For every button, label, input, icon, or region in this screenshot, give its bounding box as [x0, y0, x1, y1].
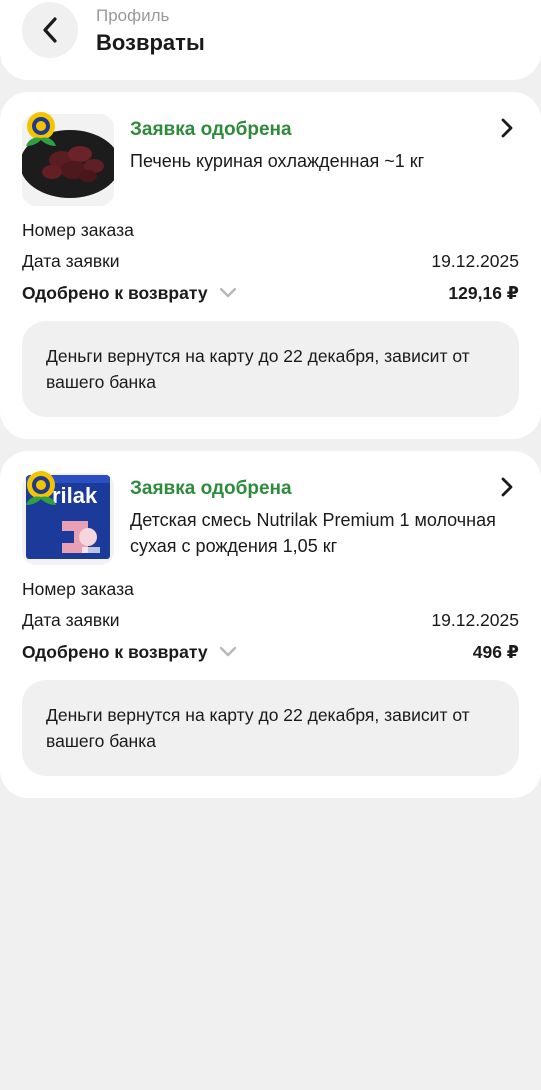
refund-notice: Деньги вернутся на карту до 22 декабря, … — [22, 680, 519, 776]
refund-notice: Деньги вернутся на карту до 22 декабря, … — [22, 321, 519, 417]
request-date-row: Дата заявки 19.12.2025 — [22, 608, 519, 632]
order-number-label: Номер заказа — [22, 578, 134, 599]
back-button[interactable] — [22, 2, 78, 58]
request-date-label: Дата заявки — [22, 250, 120, 271]
request-date-value: 19.12.2025 — [431, 609, 519, 630]
sunflower-logo-icon — [26, 112, 56, 146]
approved-amount-label: Одобрено к возврату — [22, 282, 208, 303]
approved-amount-label: Одобрено к возврату — [22, 641, 208, 662]
page-title: Возвраты — [96, 30, 205, 55]
return-card[interactable]: rilak Заявка одобрена Детская смесь Nutr… — [0, 451, 541, 798]
product-name: Печень куриная охлажденная ~1 кг — [130, 151, 425, 171]
request-date-value: 19.12.2025 — [431, 250, 519, 271]
return-card[interactable]: Заявка одобрена Печень куриная охлажденн… — [0, 92, 541, 439]
chevron-right-icon[interactable] — [497, 116, 517, 140]
order-number-row: Номер заказа — [22, 577, 519, 601]
sunflower-logo-icon — [26, 471, 56, 505]
approved-amount-row[interactable]: Одобрено к возврату 129,16 ₽ — [22, 281, 519, 305]
status-label: Заявка одобрена — [130, 119, 292, 140]
order-number-label: Номер заказа — [22, 219, 134, 240]
request-date-row: Дата заявки 19.12.2025 — [22, 249, 519, 273]
request-date-label: Дата заявки — [22, 609, 120, 630]
chevron-down-icon[interactable] — [218, 645, 238, 659]
approved-amount-value: 496 ₽ — [472, 641, 519, 662]
chevron-down-icon[interactable] — [218, 286, 238, 300]
breadcrumb[interactable]: Профиль — [96, 6, 169, 26]
order-number-row: Номер заказа — [22, 218, 519, 242]
approved-amount-row[interactable]: Одобрено к возврату 496 ₽ — [22, 640, 519, 664]
approved-amount-value: 129,16 ₽ — [448, 282, 519, 303]
chevron-left-icon — [43, 17, 57, 43]
product-name: Детская смесь Nutrilak Premium 1 молочна… — [130, 510, 496, 556]
chevron-right-icon[interactable] — [497, 475, 517, 499]
top-bar: Профиль Возвраты — [0, 0, 541, 80]
status-label: Заявка одобрена — [130, 478, 292, 499]
